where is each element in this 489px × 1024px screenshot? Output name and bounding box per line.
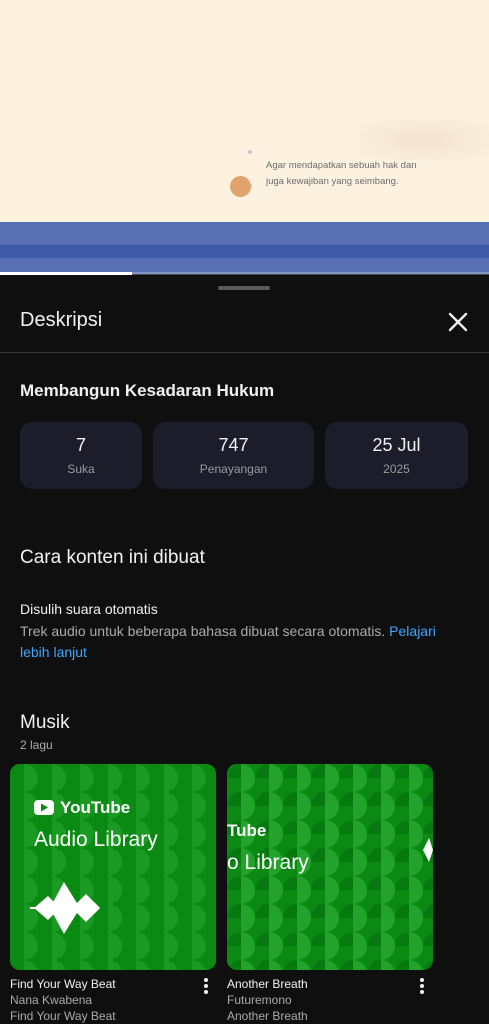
caption-line-2: juga kewajiban yang seimbang.	[266, 176, 399, 187]
upload-year: 2025	[383, 462, 410, 476]
kebab-dot	[204, 990, 208, 994]
sheet-title: Deskripsi	[20, 309, 103, 331]
album-art: YouTube Audio Library	[10, 764, 216, 970]
views-label: Penayangan	[199, 462, 268, 476]
track-artist: Futuremono	[227, 993, 292, 1007]
more-options-button[interactable]	[199, 976, 213, 996]
track-title[interactable]: Find Your Way Beat	[10, 977, 116, 991]
track-artist: Nana Kwabena	[10, 993, 93, 1007]
kebab-dot	[420, 990, 424, 994]
how-made-heading: Cara konten ini dibuat	[20, 547, 205, 568]
art-brand: YouTube	[60, 798, 130, 817]
video-strip	[0, 222, 489, 245]
close-icon	[448, 312, 468, 332]
music-card[interactable]: Tube o Library	[227, 764, 433, 970]
caption-line-1: Agar mendapatkan sebuah hak dan	[266, 160, 417, 171]
auto-dub-text: Trek audio untuk beberapa bahasa dibuat …	[20, 623, 386, 639]
kebab-dot	[420, 978, 424, 982]
art-label: o Library	[227, 851, 309, 874]
sparkle-decoration	[248, 150, 252, 154]
art-brand: Tube	[227, 821, 266, 840]
video-title: Membangun Kesadaran Hukum	[20, 381, 275, 400]
track-album: Find Your Way Beat	[10, 1009, 116, 1023]
auto-dub-description: Trek audio untuk beberapa bahasa dibuat …	[20, 621, 460, 663]
music-heading: Musik	[20, 712, 70, 733]
more-options-button[interactable]	[415, 976, 429, 996]
views-stat: 747 Penayangan	[153, 422, 314, 489]
kebab-dot	[420, 984, 424, 988]
track-album: Another Breath	[227, 1009, 308, 1023]
music-card[interactable]: YouTube Audio Library	[10, 764, 216, 970]
upload-date: 25 Jul	[372, 435, 421, 455]
art-label: Audio Library	[34, 828, 158, 851]
likes-stat: 7 Suka	[20, 422, 142, 489]
video-player[interactable]: Agar mendapatkan sebuah hak dan juga kew…	[0, 0, 489, 222]
kebab-dot	[204, 984, 208, 988]
music-count: 2 lagu	[20, 738, 53, 752]
character-head	[230, 176, 251, 197]
description-sheet: Deskripsi Membangun Kesadaran Hukum 7 Su…	[0, 275, 489, 1024]
drag-handle[interactable]	[218, 286, 270, 290]
close-button[interactable]	[444, 308, 472, 336]
video-caption: Agar mendapatkan sebuah hak dan juga kew…	[266, 158, 456, 190]
likes-label: Suka	[67, 462, 95, 476]
kebab-dot	[204, 978, 208, 982]
divider	[0, 352, 489, 353]
date-stat: 25 Jul 2025	[325, 422, 468, 489]
album-art: Tube o Library	[227, 764, 433, 970]
likes-count: 7	[75, 435, 86, 455]
track-title[interactable]: Another Breath	[227, 977, 308, 991]
views-count: 747	[218, 435, 249, 455]
auto-dub-title: Disulih suara otomatis	[20, 601, 158, 617]
video-haze	[360, 120, 489, 160]
video-strip	[0, 245, 489, 258]
